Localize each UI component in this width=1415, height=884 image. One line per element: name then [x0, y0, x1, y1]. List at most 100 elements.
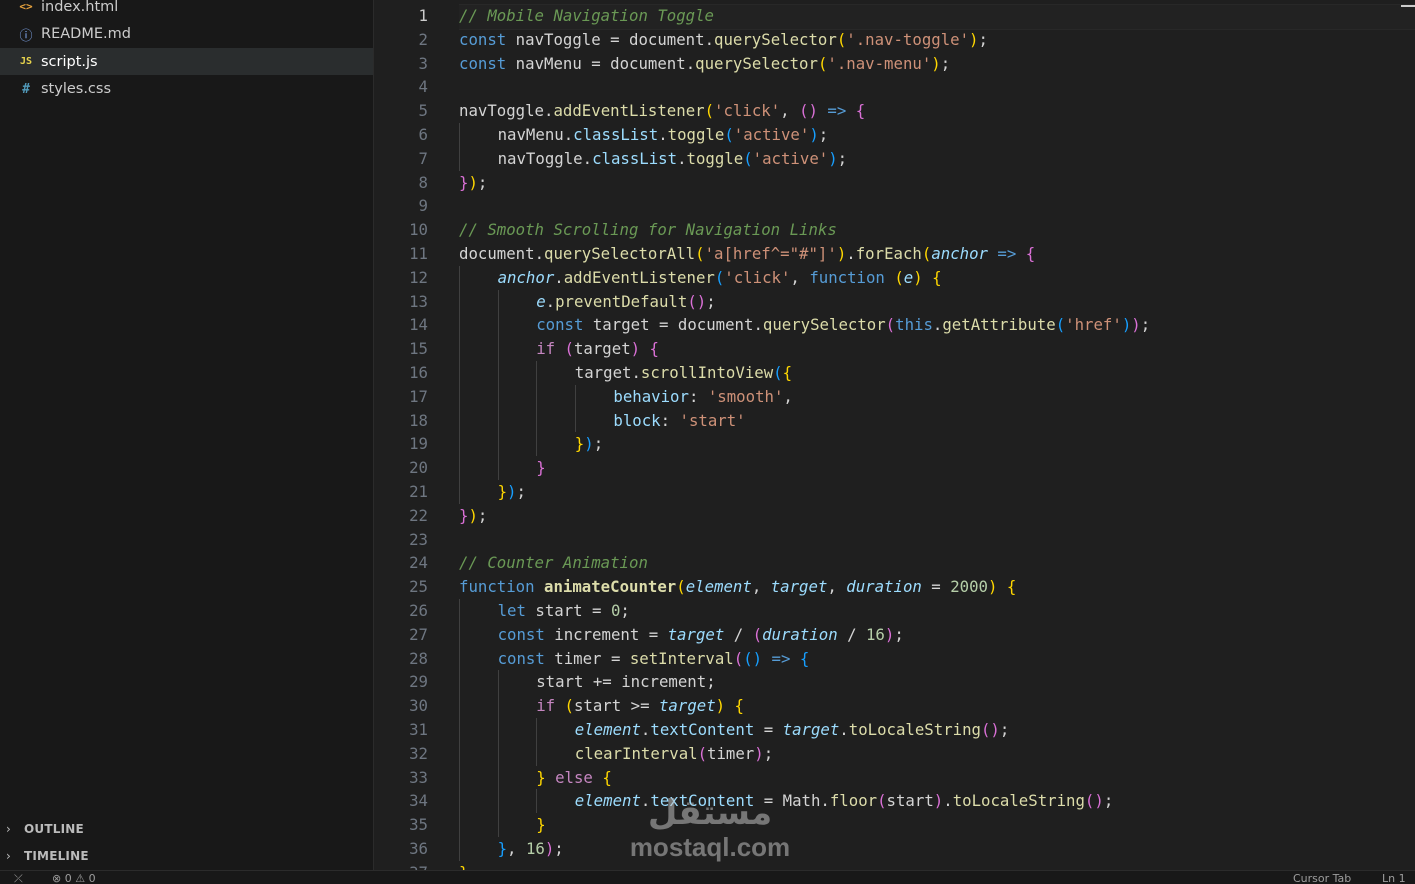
code-token: {: [799, 648, 810, 668]
code-line[interactable]: 9: [374, 194, 1415, 218]
code-token: ,: [827, 577, 847, 597]
code-token: .: [640, 791, 651, 811]
code-line[interactable]: 17 behavior: 'smooth',: [374, 384, 1415, 409]
code-line[interactable]: 24 // Counter Animation: [374, 551, 1415, 575]
code-line[interactable]: 33} else {: [374, 765, 1415, 790]
code-text: let start = 0;: [498, 599, 630, 623]
indent-guide: [574, 408, 576, 433]
line-number: 30: [409, 696, 428, 716]
file-item-readme-md[interactable]: ⓘ README.md: [0, 21, 373, 48]
problems-indicator[interactable]: ⊗ 0 ⚠ 0: [52, 872, 96, 884]
explorer-sidebar: <> index.html ⓘ README.md JS script.js # styles…: [0, 0, 374, 870]
code-token: 'click': [724, 267, 791, 287]
code-line[interactable]: 18 block: 'start': [374, 408, 1415, 433]
code-line[interactable]: 16 target.scrollIntoView({: [374, 361, 1415, 385]
code-token: }: [459, 863, 468, 870]
code-token: ): [507, 482, 517, 501]
indent-guide: [459, 123, 460, 147]
code-editor[interactable]: 1 // Mobile Navigation Toggle 2 const navTo…: [374, 0, 1415, 870]
code-line[interactable]: 3 const navMenu = document.querySelector(…: [374, 52, 1415, 76]
indent-guide: [574, 384, 576, 409]
code-token: ,: [780, 101, 800, 121]
code-line[interactable]: 21});: [374, 480, 1415, 504]
code-line[interactable]: 7 navToggle.classList.toggle('active');: [374, 146, 1415, 171]
code-token: block: [613, 410, 661, 430]
code-token: (: [555, 339, 574, 359]
code-line[interactable]: 4: [374, 75, 1415, 99]
code-line[interactable]: 20}: [374, 456, 1415, 480]
code-line[interactable]: 6 navMenu.classList.toggle('active');: [374, 123, 1415, 147]
indent-guide: [497, 432, 499, 457]
line-number: 35: [409, 815, 428, 835]
line-number: 12: [409, 267, 428, 287]
timeline-panel-header[interactable]: › TIMELINE: [0, 845, 373, 867]
js-file-icon: JS: [19, 56, 33, 67]
code-token: const: [459, 29, 507, 49]
code-line[interactable]: 26 let start = 0;: [374, 599, 1415, 623]
code-line[interactable]: 11 document.querySelectorAll('a[href^="#"…: [374, 242, 1415, 266]
code-token: document: [459, 244, 535, 263]
code-line[interactable]: 37}: [374, 861, 1415, 870]
code-line[interactable]: 28 const timer = setInterval(() => {: [374, 646, 1415, 671]
indent-guide: [497, 765, 499, 790]
code-line[interactable]: 36}, 16);: [374, 837, 1415, 861]
code-line[interactable]: 22});: [374, 504, 1415, 528]
cursor-position[interactable]: Ln 1: [1382, 872, 1406, 884]
cursor-tab-indicator[interactable]: Cursor Tab: [1293, 872, 1351, 884]
code-text: element.textContent = Math.floor(start).…: [575, 789, 1113, 813]
code-token: .: [704, 29, 715, 49]
code-token: {: [855, 101, 866, 121]
code-line[interactable]: 1 // Mobile Navigation Toggle: [374, 4, 1415, 28]
code-line[interactable]: 14 const target = document.querySelector(…: [374, 313, 1415, 338]
code-line[interactable]: 13 e.preventDefault();: [374, 289, 1415, 314]
code-line[interactable]: 25 function animateCounter(element, targe…: [374, 575, 1415, 599]
code-line[interactable]: 35}: [374, 813, 1415, 837]
code-line[interactable]: 23: [374, 528, 1415, 552]
code-line[interactable]: 27 const increment = target / (duration /…: [374, 622, 1415, 647]
code-token: 0: [610, 601, 621, 620]
code-line[interactable]: 15 if (target) {: [374, 337, 1415, 361]
code-text: navToggle.addEventListener('click', () =…: [459, 99, 865, 123]
code-line[interactable]: 12 anchor.addEventListener('click', funct…: [374, 265, 1415, 290]
code-line[interactable]: 19});: [374, 432, 1415, 457]
code-token: .: [563, 125, 574, 144]
file-item-script-js[interactable]: JS script.js: [0, 48, 373, 75]
line-number: 31: [409, 720, 428, 739]
code-token: navToggle =: [506, 29, 630, 49]
code-line[interactable]: 10 // Smooth Scrolling for Navigation Lin…: [374, 218, 1415, 242]
code-text: });: [575, 432, 603, 456]
code-token: (: [921, 244, 932, 263]
code-token: ): [884, 624, 895, 644]
line-number: 5: [418, 101, 428, 121]
code-line[interactable]: 31 element.textContent = target.toLocaleS…: [374, 718, 1415, 742]
error-count: 0: [64, 872, 72, 884]
file-item-styles-css[interactable]: # styles.css: [0, 76, 373, 103]
code-token: ;: [894, 624, 904, 644]
code-token: anchor: [497, 267, 555, 287]
code-line[interactable]: 32 clearInterval(timer);: [374, 741, 1415, 766]
code-token: if: [536, 339, 556, 359]
outline-panel-header[interactable]: › OUTLINE: [0, 818, 373, 840]
code-token: classList: [573, 125, 659, 144]
code-token: toLocaleString: [952, 791, 1085, 811]
code-line[interactable]: 8});: [374, 171, 1415, 195]
code-token: ): [809, 125, 819, 144]
code-text: if (start >= target) {: [536, 694, 744, 718]
indent-guide: [497, 718, 499, 742]
code-token: ;: [837, 148, 848, 168]
code-line[interactable]: 29 start += increment;: [374, 670, 1415, 695]
code-token: setInterval: [629, 648, 734, 668]
code-line[interactable]: 5 navToggle.addEventListener('click', () …: [374, 99, 1415, 123]
file-item-index-html[interactable]: <> index.html: [0, 0, 373, 20]
code-text: const navMenu = document.querySelector('…: [459, 52, 950, 76]
code-line[interactable]: 34 element.textContent = Math.floor(start…: [374, 789, 1415, 814]
code-token: (): [799, 101, 818, 121]
code-token: else: [545, 767, 603, 787]
code-line[interactable]: 30 if (start >= target) {: [374, 694, 1415, 718]
remote-icon[interactable]: ⤫: [14, 872, 23, 884]
code-line[interactable]: 2 const navToggle = document.querySelecto…: [374, 28, 1415, 52]
code-text: // Counter Animation: [459, 551, 648, 575]
code-token: target: [770, 577, 828, 597]
code-text: element.textContent = target.toLocaleStr…: [575, 718, 1010, 742]
code-token: }: [497, 482, 508, 501]
